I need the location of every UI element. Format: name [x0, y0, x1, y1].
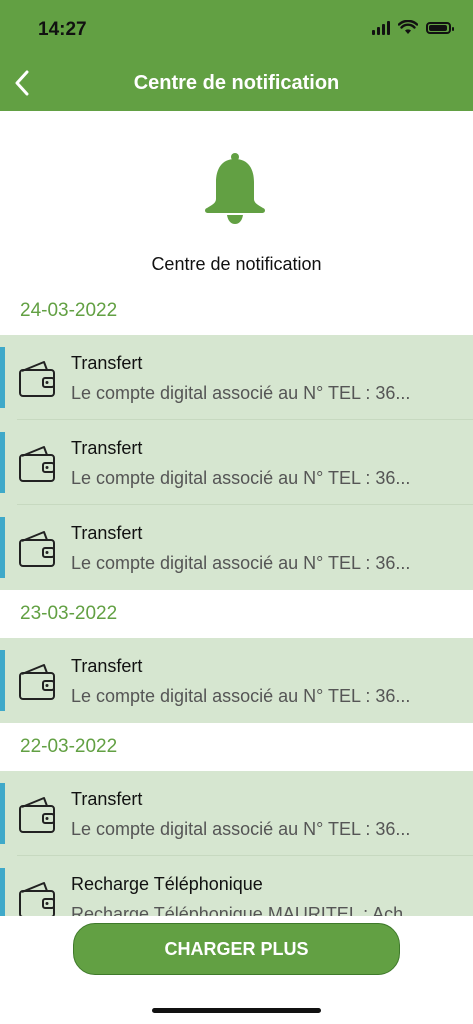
notification-body: Le compte digital associé au N° TEL : 36… — [71, 468, 411, 488]
notification-body: Recharge Téléphonique MAURITEL : Ach... — [71, 904, 419, 916]
notification-body: Le compte digital associé au N° TEL : 36… — [71, 686, 411, 706]
notification-item[interactable]: Recharge Téléphonique Recharge Téléphoni… — [0, 856, 473, 916]
status-icons — [372, 20, 454, 35]
bell-icon — [205, 153, 265, 224]
battery-icon — [426, 21, 454, 34]
page-title: Centre de notification — [133, 72, 340, 94]
wallet-icon — [19, 882, 55, 916]
unread-indicator — [0, 517, 5, 578]
notification-title: Transfert — [71, 789, 143, 809]
notification-title: Transfert — [71, 438, 143, 458]
bottom-bar: CHARGER PLUS — [0, 916, 473, 1024]
notification-title: Transfert — [71, 656, 143, 676]
wallet-icon — [19, 797, 55, 833]
app-header: 14:27 Centre de notification — [0, 0, 473, 111]
notification-body: Le compte digital associé au N° TEL : 36… — [71, 553, 411, 573]
notification-hero: Centre de notification — [0, 111, 473, 296]
notification-item[interactable]: Transfert Le compte digital associé au N… — [0, 638, 473, 723]
notification-item[interactable]: Transfert Le compte digital associé au N… — [0, 771, 473, 856]
status-time: 14:27 — [38, 19, 87, 40]
unread-indicator — [0, 347, 5, 408]
date-header: 24-03-2022 — [20, 300, 118, 321]
unread-indicator — [0, 783, 5, 844]
unread-indicator — [0, 650, 5, 711]
wallet-icon — [19, 531, 55, 567]
load-more-button[interactable]: CHARGER PLUS — [73, 923, 400, 975]
date-header: 22-03-2022 — [20, 736, 118, 757]
wallet-icon — [19, 664, 55, 700]
notification-item[interactable]: Transfert Le compte digital associé au N… — [0, 505, 473, 590]
date-header: 23-03-2022 — [20, 603, 118, 624]
notification-item[interactable]: Transfert Le compte digital associé au N… — [0, 420, 473, 505]
hero-title: Centre de notification — [151, 254, 322, 274]
wallet-icon — [19, 361, 55, 397]
unread-indicator — [0, 432, 5, 493]
notification-body: Le compte digital associé au N° TEL : 36… — [71, 383, 411, 403]
wifi-icon — [398, 20, 418, 34]
notification-title: Transfert — [71, 353, 143, 373]
cellular-signal-icon — [372, 20, 390, 35]
notification-item[interactable]: Transfert Le compte digital associé au N… — [0, 335, 473, 420]
wallet-icon — [19, 446, 55, 482]
home-indicator — [152, 1008, 321, 1013]
unread-indicator — [0, 868, 5, 916]
notification-list[interactable]: 24-03-2022 Transfert Le compte digital a… — [0, 296, 473, 916]
notification-body: Le compte digital associé au N° TEL : 36… — [71, 819, 411, 839]
notification-title: Recharge Téléphonique — [71, 874, 263, 894]
notification-title: Transfert — [71, 523, 143, 543]
